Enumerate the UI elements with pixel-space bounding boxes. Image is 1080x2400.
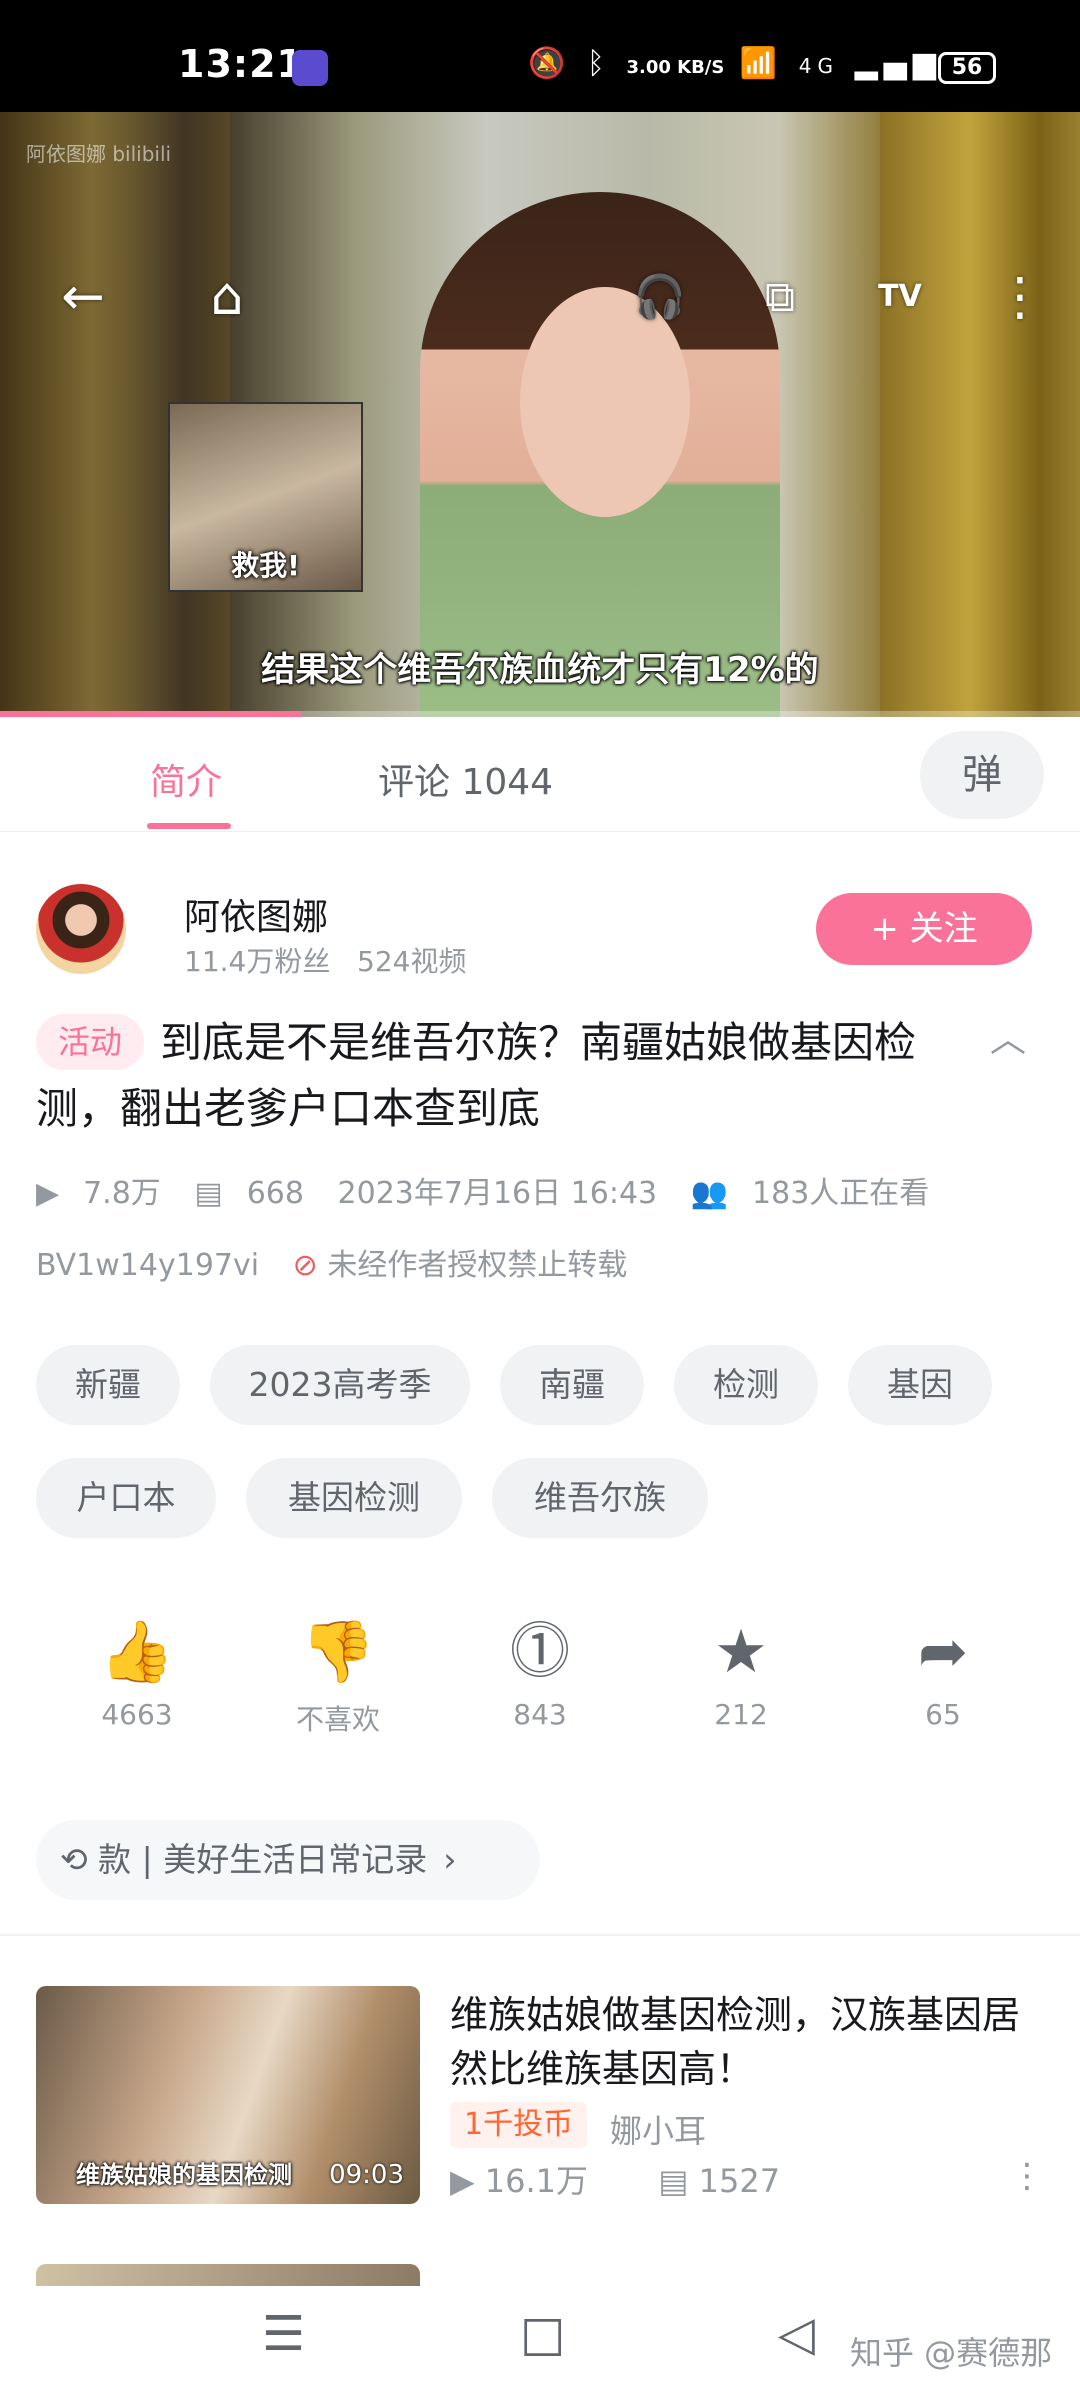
more-icon[interactable]: ⋮ [985,262,1055,332]
video-duration: 09:03 [329,2160,404,2190]
share-icon: ➦ [917,1617,969,1687]
signal-icon: ▂▄▆ [854,46,942,81]
mute-icon: 🔕 [528,46,572,81]
tag-chip[interactable]: 基因 [848,1345,992,1425]
no-repost-icon: ⊘ [292,1248,318,1283]
sticker-text: 救我! [231,549,300,582]
recommended-stats: ▶ 16.1万 ▤ 1527 [450,2156,780,2202]
system-nav-bar: ☰ □ ◁ 知乎 @赛德那 [0,2286,1080,2400]
back-icon[interactable]: ← [48,262,118,332]
coin-count: 843 [513,1698,567,1731]
pip-icon[interactable]: ⧉ [745,262,815,332]
collection-icon: ⟲ [60,1840,99,1879]
tab-intro[interactable]: 简介 [150,753,222,805]
collapse-chevron-icon[interactable]: ︿ [990,1010,1026,1062]
tab-bar: 简介 评论 1044 弹 [0,717,1080,832]
thumbs-down-icon: 👎 [300,1617,376,1687]
follow-button[interactable]: + 关注 [816,893,1032,965]
coin-icon: ⓵ [510,1617,570,1687]
publish-date: 2023年7月16日 16:43 [337,1176,658,1211]
activity-badge[interactable]: 活动 [36,1014,145,1070]
video-watermark: 阿依图娜 bilibili [26,142,172,166]
video-title-block: 活动 到底是不是维吾尔族？南疆姑娘做基因检测，翻出老爹户口本查到底 [36,1010,996,1142]
battery-icon: 56 [938,52,996,84]
video-player[interactable]: 救我! 阿依图娜 bilibili ← ⌂ 🎧 ⧉ TV ⋮ 结果这个维吾尔族血… [0,112,1080,717]
share-count: 65 [925,1698,961,1731]
thumbs-up-icon: 👍 [99,1617,175,1687]
collection-entry[interactable]: ⟲ 款 | 美好生活日常记录 › [36,1820,540,1900]
bluetooth-icon: ᛒ [586,46,611,81]
uploader-stats: 11.4万粉丝 524视频 [184,945,467,978]
network-speed: 3.00 KB/S [626,57,725,78]
recommended-video-thumbnail[interactable]: 维族姑娘的基因检测 09:03 [36,1986,420,2204]
video-meta: ▶ 7.8万 ▤ 668 2023年7月16日 16:43 👥 183人正在看 [36,1168,953,1212]
view-count: 7.8万 [83,1176,161,1211]
views-icon: ▶ [450,2162,485,2200]
copyright-notice: 未经作者授权禁止转载 [327,1248,628,1283]
status-bar: 13:21 🔕 ᛒ 3.00 KB/S 📶 4G ▂▄▆ 56 [0,0,1080,112]
uploader-name[interactable]: 阿依图娜 [184,888,328,940]
tag-chip[interactable]: 2023高考季 [210,1345,470,1425]
tab-intro-indicator [147,823,231,829]
home-icon[interactable]: ⌂ [192,262,262,332]
danmaku-count: 668 [246,1176,304,1211]
video-sticker: 救我! [168,402,363,592]
dislike-label: 不喜欢 [295,1703,380,1736]
zhihu-watermark: 知乎 @赛德那 [850,2334,1053,2372]
divider [0,1934,1080,1936]
views-icon: ▶ [36,1176,60,1211]
audio-mode-icon[interactable]: 🎧 [625,262,695,332]
tag-chip[interactable]: 新疆 [36,1345,180,1425]
video-frame-curtain-right [880,112,1080,717]
app-notification-icon [292,50,328,86]
recommended-video-title[interactable]: 维族姑娘做基因检测，汉族基因居然比维族基因高！ [450,1988,1050,2096]
chevron-right-icon: › [443,1840,457,1879]
home-nav-icon[interactable]: □ [520,2306,565,2362]
collection-label: 款 | 美好生活日常记录 [98,1840,428,1879]
watching-icon: 👥 [690,1176,729,1211]
watching-count: 183人正在看 [752,1176,930,1211]
signal-label: 4G [798,54,840,78]
share-button[interactable]: ➦ 65 [868,1612,1018,1731]
video-title: 到底是不是维吾尔族？南疆姑娘做基因检测，翻出老爹户口本查到底 [36,1018,917,1133]
danmaku-toggle-button[interactable]: 弹 [920,731,1044,819]
tag-chip[interactable]: 基因检测 [246,1458,462,1538]
video-subtitle: 结果这个维吾尔族血统才只有12%的 [261,650,819,690]
tag-chip[interactable]: 南疆 [500,1345,644,1425]
recommended-badge: 1千投币 [450,2102,588,2148]
danmaku-count-icon: ▤ [194,1176,223,1211]
dislike-button[interactable]: 👎 不喜欢 [263,1612,413,1738]
recommended-danmaku: 1527 [698,2162,781,2200]
wifi-icon: 📶 [739,46,784,81]
tag-chip[interactable]: 户口本 [36,1458,216,1538]
danmaku-count-icon: ▤ [658,2162,699,2200]
status-time: 13:21 [178,42,304,86]
back-nav-icon[interactable]: ◁ [778,2306,815,2362]
status-icons: 🔕 ᛒ 3.00 KB/S 📶 4G ▂▄▆ [528,46,942,81]
tag-chip[interactable]: 维吾尔族 [492,1458,708,1538]
more-options-icon[interactable]: ⋮ [1010,2156,1044,2196]
video-meta-2: BV1w14y197vi ⊘ 未经作者授权禁止转载 [36,1240,627,1284]
tag-chip[interactable]: 检测 [674,1345,818,1425]
menu-icon[interactable]: ☰ [262,2306,305,2362]
recommended-uploader: 娜小耳 [610,2112,707,2150]
coin-button[interactable]: ⓵ 843 [465,1612,615,1731]
star-icon: ★ [714,1617,768,1687]
tv-cast-icon[interactable]: TV [865,262,935,332]
favorite-count: 212 [714,1698,768,1731]
bvid[interactable]: BV1w14y197vi [36,1248,259,1283]
like-count: 4663 [101,1698,173,1731]
favorite-button[interactable]: ★ 212 [666,1612,816,1731]
recommended-views: 16.1万 [484,2162,589,2200]
tab-comments[interactable]: 评论 1044 [378,753,553,805]
thumbnail-caption: 维族姑娘的基因检测 [76,2161,292,2189]
uploader-avatar[interactable] [36,884,126,974]
danmaku-icon: 弹 [962,752,1002,798]
like-button[interactable]: 👍 4663 [62,1612,212,1731]
